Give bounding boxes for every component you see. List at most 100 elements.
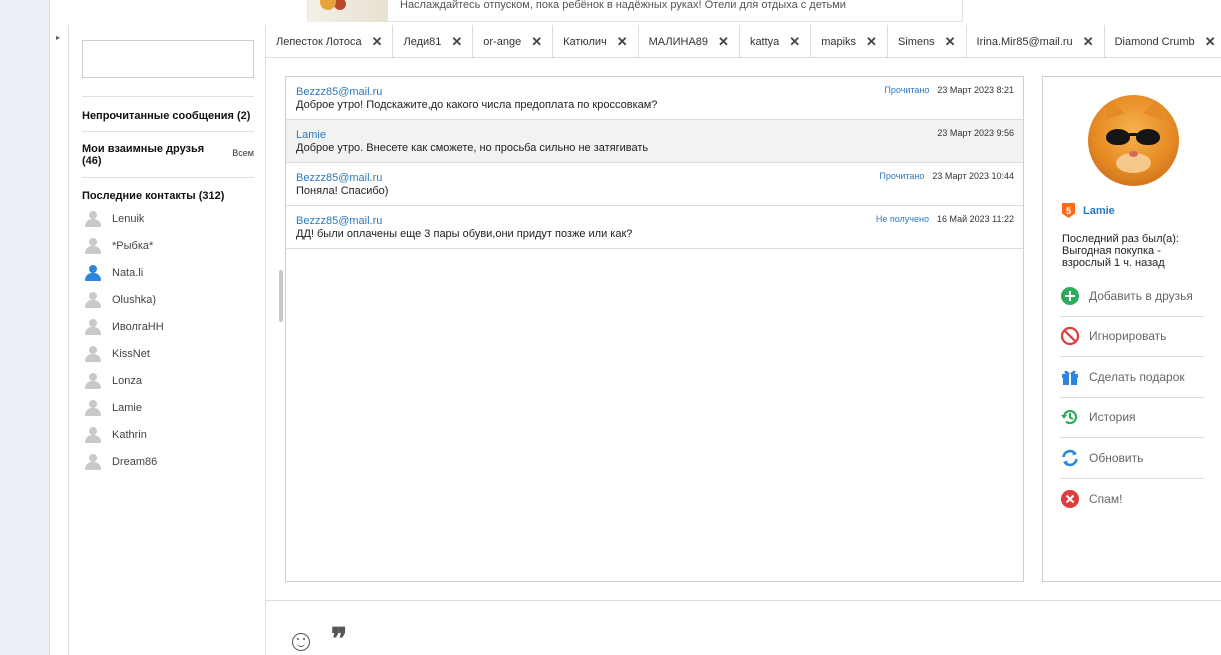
chat-tab-label[interactable]: Irina.Mir85@mail.ru: [977, 36, 1073, 48]
contact-item[interactable]: Nata.li: [82, 259, 254, 286]
close-icon[interactable]: ✕: [718, 34, 729, 50]
contact-name[interactable]: Olushka): [112, 294, 156, 306]
chat-tab-label[interactable]: mapiks: [821, 36, 856, 48]
user-icon: [84, 345, 102, 363]
mutual-friends-all-link[interactable]: Всем: [232, 143, 254, 177]
contacts-sidebar: Непрочитанные сообщения (2) Мои взаимные…: [68, 25, 283, 655]
chat-tab-label[interactable]: Diamond Crumb: [1115, 36, 1195, 48]
user-icon: [84, 237, 102, 255]
profile-action-label[interactable]: Обновить: [1089, 451, 1143, 465]
contact-name[interactable]: ИволгаНН: [112, 321, 164, 333]
contact-item[interactable]: *Рыбка*: [82, 232, 254, 259]
chat-tab-label[interactable]: Лепесток Лотоса: [276, 36, 362, 48]
close-icon[interactable]: ✕: [451, 34, 462, 50]
message-date: 23 Март 2023 10:44: [932, 171, 1014, 181]
mutual-friends-label[interactable]: Мои взаимные друзья (46): [82, 143, 212, 177]
close-icon[interactable]: ✕: [945, 34, 956, 50]
collapse-arrow-icon[interactable]: ▸: [56, 33, 60, 42]
mutual-friends-section[interactable]: Мои взаимные друзья (46) Всем: [82, 131, 254, 177]
chat-tab[interactable]: Diamond Crumb ✕: [1105, 25, 1221, 57]
chat-tab[interactable]: kattya ✕: [740, 25, 812, 57]
contact-name[interactable]: Lamie: [112, 402, 142, 414]
contact-item[interactable]: KissNet: [82, 340, 254, 367]
chat-tab-label[interactable]: Леди81: [403, 36, 441, 48]
profile-action-label[interactable]: Сделать подарок: [1089, 370, 1185, 384]
chat-tab[interactable]: mapiks ✕: [811, 25, 888, 57]
contact-item[interactable]: Lenuik: [82, 205, 254, 232]
contact-name[interactable]: Nata.li: [112, 267, 143, 279]
profile-action-history[interactable]: История: [1060, 398, 1204, 438]
message-row: Bezzz85@mail.ru Доброе утро! Подскажите,д…: [286, 77, 1023, 120]
compose-area: ❞: [266, 600, 1221, 655]
contact-item[interactable]: Kathrin: [82, 421, 254, 448]
page-left-strip: [0, 0, 50, 655]
chat-tab[interactable]: МАЛИНА89 ✕: [639, 25, 740, 57]
profile-action-label[interactable]: Спам!: [1089, 492, 1122, 506]
profile-action-ignore[interactable]: Игнорировать: [1060, 317, 1204, 357]
contact-name[interactable]: Lenuik: [112, 213, 144, 225]
emoji-icon[interactable]: [292, 633, 310, 651]
chat-tab-label[interactable]: or-ange: [483, 36, 521, 48]
profile-action-refresh[interactable]: Обновить: [1060, 438, 1204, 479]
chat-tab[interactable]: or-ange ✕: [473, 25, 554, 57]
messenger-window: ▸ Непрочитанные сообщения (2) Мои взаимн…: [52, 25, 1221, 655]
ad-banner[interactable]: Наслаждайтесь отпуском, пока ребёнок в н…: [307, 0, 963, 22]
profile-action-label[interactable]: История: [1089, 410, 1136, 424]
chat-tab[interactable]: Катюлич ✕: [553, 25, 639, 57]
chat-tab-label[interactable]: Катюлич: [563, 36, 607, 48]
level-badge-icon: 5: [1062, 203, 1075, 218]
message-date: 23 Март 2023 9:56: [937, 128, 1014, 138]
message-meta: 23 Март 2023 9:56: [937, 128, 1014, 138]
chat-tab-label[interactable]: kattya: [750, 36, 779, 48]
contact-item[interactable]: Olushka): [82, 286, 254, 313]
spam-icon: [1060, 489, 1080, 509]
chat-tab-label[interactable]: МАЛИНА89: [649, 36, 708, 48]
close-icon[interactable]: ✕: [1083, 34, 1094, 50]
profile-action-label[interactable]: Игнорировать: [1089, 329, 1166, 343]
ad-banner-image[interactable]: [308, 0, 388, 22]
close-icon[interactable]: ✕: [1205, 34, 1216, 50]
contact-item[interactable]: Dream86: [82, 448, 254, 475]
chat-tab-label[interactable]: Simens: [898, 36, 935, 48]
contact-name[interactable]: Dream86: [112, 456, 157, 468]
close-icon[interactable]: ✕: [531, 34, 542, 50]
message-date: 23 Март 2023 8:21: [937, 85, 1014, 95]
chat-tab[interactable]: Леди81 ✕: [393, 25, 474, 57]
sidebar-scrollbar[interactable]: [279, 270, 283, 322]
avatar[interactable]: [1088, 95, 1179, 186]
chat-tab[interactable]: Лепесток Лотоса ✕: [266, 25, 394, 57]
message-text: Доброе утро. Внесете как сможете, но про…: [296, 142, 649, 154]
chat-tab[interactable]: Simens ✕: [888, 25, 967, 57]
refresh-icon: [1060, 448, 1080, 468]
profile-action-gift[interactable]: Сделать подарок: [1060, 357, 1204, 398]
close-icon[interactable]: ✕: [372, 34, 383, 50]
chat-tabs-bar: Лепесток Лотоса ✕ Леди81 ✕ or-ange ✕ Катюлич ✕ М…: [266, 25, 1221, 58]
contact-item[interactable]: Lonza: [82, 367, 254, 394]
chat-tab[interactable]: Irina.Mir85@mail.ru ✕: [967, 25, 1105, 57]
contact-item[interactable]: Lamie: [82, 394, 254, 421]
user-icon: [84, 318, 102, 336]
contact-name[interactable]: Kathrin: [112, 429, 147, 441]
quote-icon[interactable]: ❞: [331, 625, 347, 655]
close-icon[interactable]: ✕: [789, 34, 800, 50]
unread-messages-link[interactable]: Непрочитанные сообщения (2): [82, 96, 254, 130]
contact-item[interactable]: ИволгаНН: [82, 313, 254, 340]
contact-name[interactable]: Lonza: [112, 375, 142, 387]
user-icon: [84, 372, 102, 390]
contact-name[interactable]: KissNet: [112, 348, 150, 360]
message-author-link[interactable]: Lamie: [296, 129, 1013, 141]
profile-name-row: 5 Lamie: [1062, 203, 1115, 218]
close-icon[interactable]: ✕: [617, 34, 628, 50]
message-meta: Прочитано 23 Март 2023 8:21: [884, 85, 1014, 95]
profile-action-label[interactable]: Добавить в друзья: [1089, 289, 1193, 303]
profile-action-add-friend[interactable]: Добавить в друзья: [1060, 276, 1204, 317]
message-text: Доброе утро! Подскажите,до какого числа …: [296, 99, 658, 111]
contact-name[interactable]: *Рыбка*: [112, 240, 153, 252]
recent-contacts-label: Последние контакты (312): [82, 177, 254, 203]
profile-action-spam[interactable]: Спам!: [1060, 479, 1204, 520]
contact-search-input[interactable]: [82, 40, 254, 78]
close-icon[interactable]: ✕: [866, 34, 877, 50]
messages-panel: Bezzz85@mail.ru Доброе утро! Подскажите,д…: [285, 76, 1024, 582]
ad-banner-text[interactable]: Наслаждайтесь отпуском, пока ребёнок в н…: [388, 0, 846, 11]
profile-name-link[interactable]: Lamie: [1083, 205, 1115, 217]
